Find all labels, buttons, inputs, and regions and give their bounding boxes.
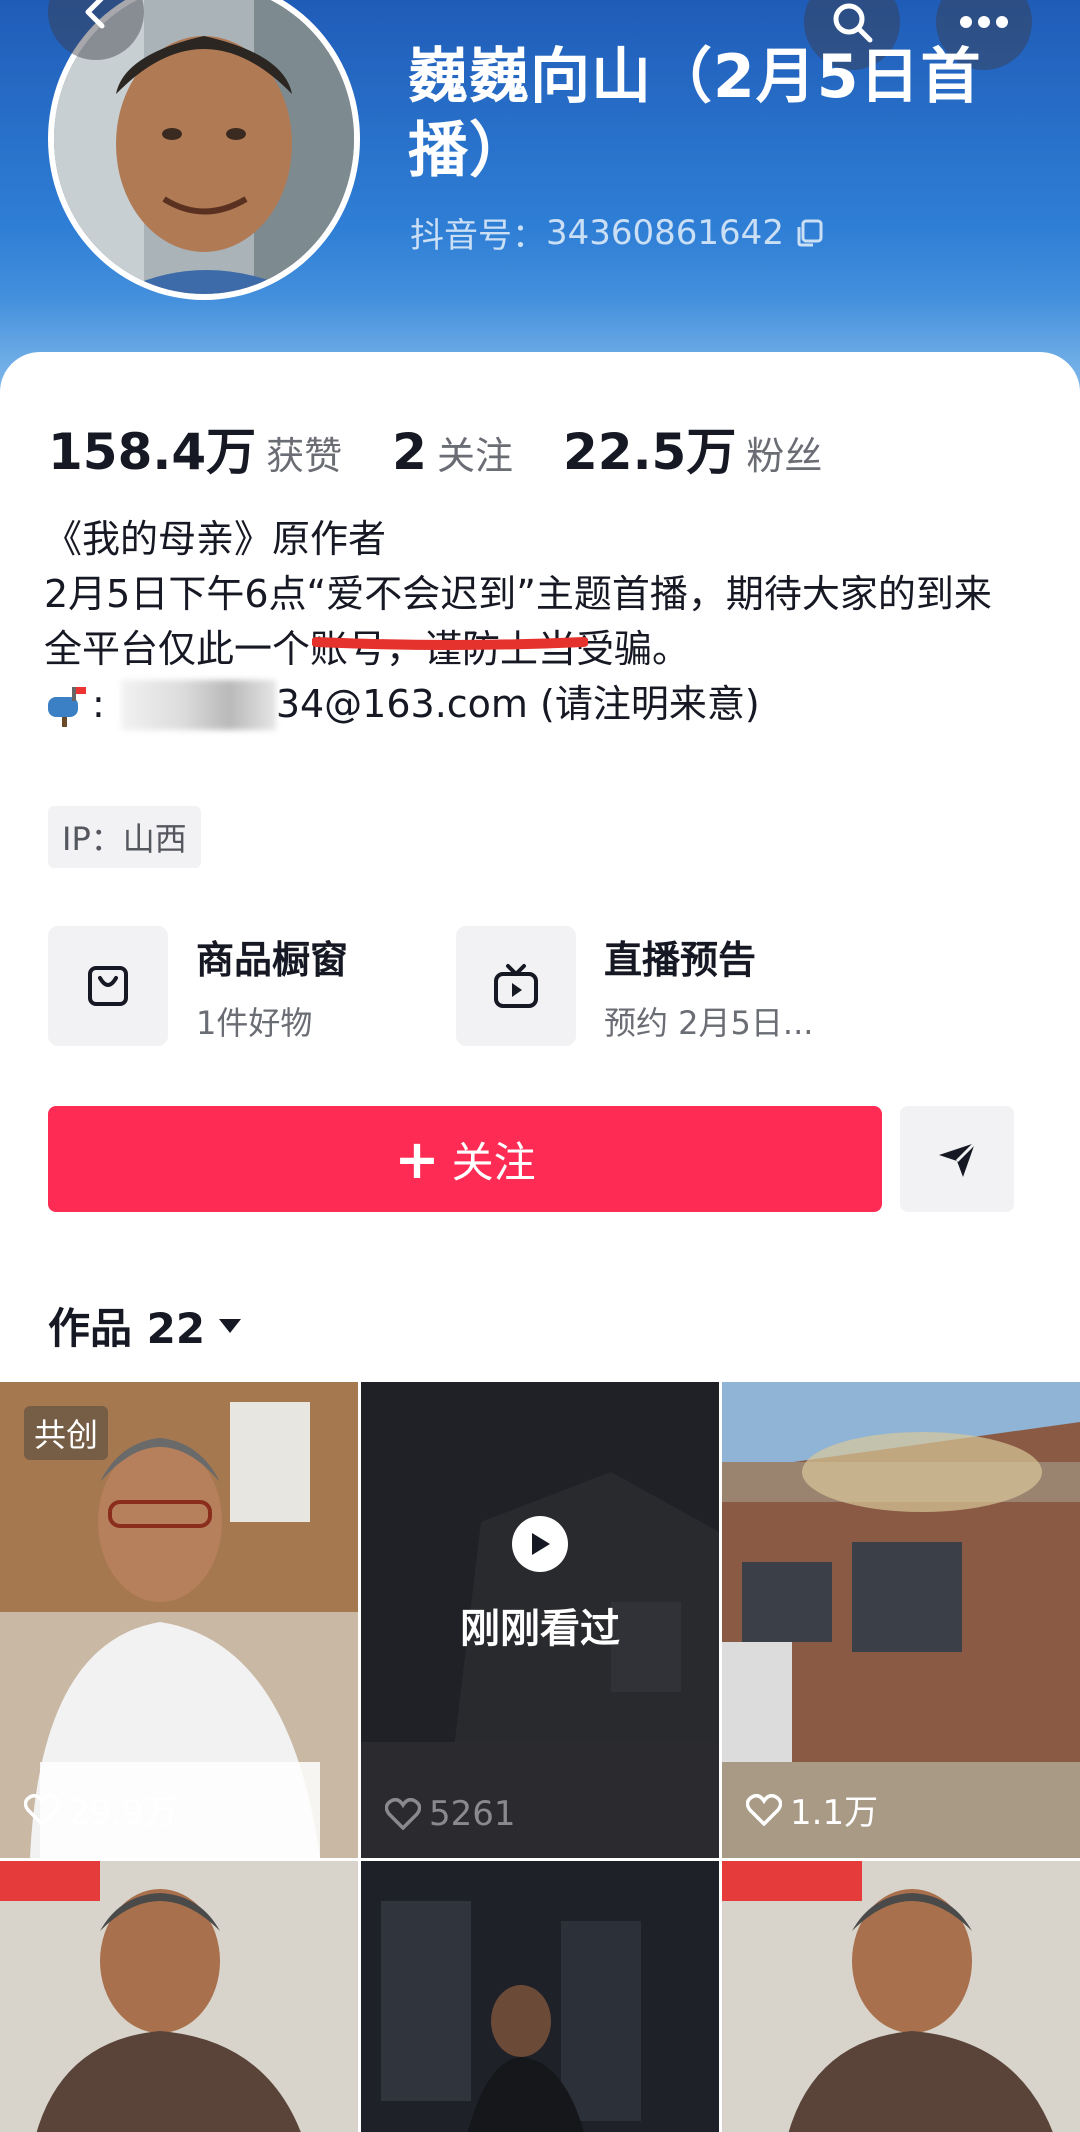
send-icon xyxy=(939,1141,977,1177)
like-count: 29.9万 xyxy=(24,1785,178,1834)
douyin-id-row[interactable]: 抖音号： 34360861642 xyxy=(410,208,824,257)
recently-watched-label: 刚刚看过 xyxy=(460,1606,620,1652)
redacted-email-blur xyxy=(120,679,276,730)
live-tv-icon xyxy=(494,964,538,1008)
douyin-id-label: 抖音号： xyxy=(410,216,546,256)
heart-icon xyxy=(385,1798,421,1830)
share-button[interactable] xyxy=(900,1106,1014,1212)
like-count-value: 1.1万 xyxy=(790,1793,879,1833)
caret-down-icon xyxy=(219,1318,242,1333)
co-create-badge: 共创 xyxy=(24,1406,109,1460)
heart-icon xyxy=(24,1793,60,1826)
chevron-left-icon xyxy=(85,0,105,29)
follow-label: 关注 xyxy=(451,1137,536,1187)
live-icon-box xyxy=(456,926,576,1046)
like-count: 5261 xyxy=(385,1794,516,1834)
bio-mail-colon: : xyxy=(92,682,105,726)
bio-line: 《我的母亲》原作者 xyxy=(44,517,387,561)
shop-window-entry[interactable]: 商品橱窗 1件好物 xyxy=(48,926,348,1046)
recently-watched-overlay: 刚刚看过 xyxy=(361,1382,719,1858)
stats-row: 158.4万 获赞 2 关注 22.5万 粉丝 xyxy=(48,412,872,484)
video-thumbnail[interactable]: 1.1万 xyxy=(722,1382,1080,1858)
likes-label: 获赞 xyxy=(266,434,343,478)
heart-icon xyxy=(746,1793,782,1826)
copy-icon[interactable] xyxy=(794,218,824,248)
works-tab[interactable]: 作品 22 xyxy=(48,1295,243,1356)
live-preview-title: 直播预告 xyxy=(604,937,757,982)
bio: 《我的母亲》原作者 2月5日下午6点“爱不会迟到”主题首播，期待大家的到来 全平… xyxy=(44,512,1044,732)
followers-label: 粉丝 xyxy=(746,434,823,478)
like-count-value: 5261 xyxy=(429,1794,516,1834)
play-icon xyxy=(512,1516,568,1572)
bio-line: 2月5日下午6点“爱不会迟到”主题首播，期待大家的到来 xyxy=(44,572,992,616)
works-label: 作品 22 xyxy=(48,1304,206,1353)
video-thumbnail[interactable] xyxy=(0,1861,358,2132)
douyin-id: 34360861642 xyxy=(546,212,784,253)
following-count[interactable]: 2 xyxy=(392,423,427,481)
live-preview-entry[interactable]: 直播预告 预约 2月5日... xyxy=(456,926,813,1046)
follow-button[interactable]: + 关注 xyxy=(48,1106,882,1212)
likes-count[interactable]: 158.4万 xyxy=(48,412,256,484)
ip-location-tag: IP：山西 xyxy=(48,806,201,868)
shop-icon-box xyxy=(48,926,168,1046)
like-count: 1.1万 xyxy=(746,1785,878,1834)
bio-mail-row: : 34@163.com (请注明来意) xyxy=(44,677,1044,732)
video-thumbnail[interactable]: 共创 29.9万 xyxy=(0,1382,358,1858)
live-preview-subtitle: 预约 2月5日... xyxy=(604,1003,814,1042)
video-thumbnail[interactable] xyxy=(722,1861,1080,2132)
followers-count[interactable]: 22.5万 xyxy=(563,412,736,484)
plus-icon: + xyxy=(394,1127,440,1191)
mailbox-icon xyxy=(44,683,88,727)
video-thumbnail[interactable]: 刚刚看过 5261 xyxy=(361,1382,719,1858)
shop-window-subtitle: 1件好物 xyxy=(196,1003,313,1042)
red-underline-annotation xyxy=(312,637,588,650)
video-thumbnail[interactable] xyxy=(361,1861,719,2132)
following-label: 关注 xyxy=(436,434,513,478)
more-dots-icon xyxy=(960,16,1008,28)
video-grid: 共创 29.9万 刚刚看过 5261 1.1万 xyxy=(0,1382,1080,2132)
bag-icon xyxy=(88,966,128,1006)
bio-mail-text: 34@163.com (请注明来意) xyxy=(275,682,760,726)
shop-window-title: 商品橱窗 xyxy=(196,937,349,982)
profile-name: 巍巍向山（2月5日首播） xyxy=(408,42,982,186)
like-count-value: 29.9万 xyxy=(68,1793,178,1833)
